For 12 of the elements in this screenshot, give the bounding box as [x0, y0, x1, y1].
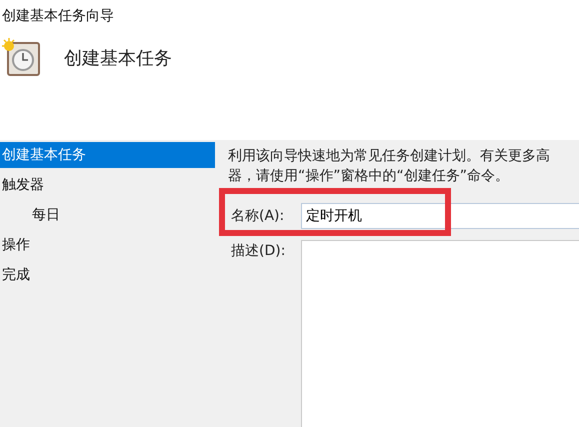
- nav-item[interactable]: 操作: [0, 232, 215, 258]
- description-field[interactable]: [301, 240, 579, 427]
- nav-item[interactable]: 创建基本任务: [0, 142, 215, 168]
- wizard-heading: 创建基本任务: [64, 47, 172, 70]
- nav-item[interactable]: 触发器: [0, 172, 215, 198]
- description-label: 描述(D):: [230, 242, 286, 261]
- nav-item[interactable]: 每日: [0, 202, 215, 228]
- name-label: 名称(A):: [230, 207, 286, 226]
- window-title: 创建基本任务向导: [1, 7, 115, 25]
- nav-item[interactable]: 完成: [0, 262, 215, 288]
- name-field[interactable]: 定时开机: [301, 203, 579, 229]
- instructions-text: 利用该向导快速地为常见任务创建计划。有关更多高 器，请使用“操作”窗格中的“创建任务”命令。: [228, 147, 551, 186]
